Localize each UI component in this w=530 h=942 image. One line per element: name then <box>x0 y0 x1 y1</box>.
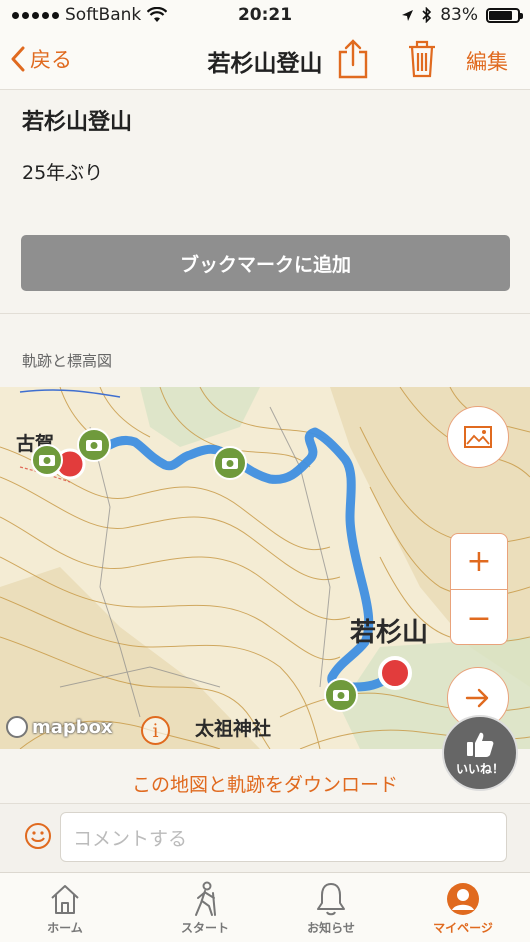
share-button[interactable] <box>335 38 371 84</box>
mapbox-attribution[interactable]: mapbox <box>6 716 113 738</box>
edit-button[interactable]: 編集 <box>466 46 508 76</box>
map-label-wakasugiyama: 若杉山 <box>350 618 429 648</box>
photo-marker[interactable] <box>323 677 359 713</box>
home-icon <box>51 885 79 914</box>
status-bar: SoftBank 20:21 83% <box>0 0 530 30</box>
user-icon <box>447 883 479 915</box>
thumbs-up-icon <box>467 732 494 757</box>
divider <box>0 313 530 314</box>
battery-icon <box>486 7 523 23</box>
location-arrow-icon <box>402 9 414 21</box>
post-body: 25年ぶり <box>22 162 104 184</box>
nav-bar: 戻る 若杉山登山 編集 <box>0 30 530 90</box>
section-label: 軌跡と標高図 <box>22 352 113 370</box>
comment-input[interactable]: コメントする <box>60 812 507 862</box>
tab-label: ホーム <box>47 921 83 935</box>
tab-start[interactable]: スタート <box>155 879 255 936</box>
map-label-taiso-shrine: 太祖神社 <box>195 718 272 740</box>
smiley-icon <box>25 823 51 849</box>
tab-label: マイページ <box>433 921 493 935</box>
end-point-marker[interactable] <box>377 655 413 691</box>
delete-button[interactable] <box>406 38 438 84</box>
tab-home[interactable]: ホーム <box>15 879 115 936</box>
walker-icon <box>195 881 216 916</box>
mapbox-logo-icon <box>6 716 28 738</box>
download-link[interactable]: この地図と軌跡をダウンロード <box>0 770 530 797</box>
zoom-in-button[interactable]: + <box>451 534 507 590</box>
battery-percent: 83% <box>440 5 478 25</box>
arrow-right-icon <box>465 688 489 708</box>
status-right: 83% <box>401 5 523 25</box>
zoom-control: + − <box>450 533 508 645</box>
tab-mypage[interactable]: マイページ <box>413 879 513 936</box>
photo-marker[interactable] <box>212 445 248 481</box>
post-title: 若杉山登山 <box>22 110 133 135</box>
image-icon <box>464 426 492 448</box>
tab-bar: ホーム スタート お知らせ マイページ <box>0 872 530 942</box>
share-icon <box>338 39 368 79</box>
map-layer-button[interactable] <box>447 406 509 468</box>
tab-label: お知らせ <box>307 921 355 935</box>
bluetooth-icon <box>422 7 432 23</box>
emoji-button[interactable] <box>24 822 52 854</box>
info-button[interactable]: i <box>141 716 170 745</box>
zoom-out-button[interactable]: − <box>451 590 507 644</box>
page-title: 若杉山登山 <box>207 51 323 77</box>
tab-notifications[interactable]: お知らせ <box>281 879 381 936</box>
photo-marker[interactable] <box>30 443 64 477</box>
bell-icon <box>317 883 345 916</box>
trash-icon <box>409 40 435 78</box>
mapbox-text: mapbox <box>32 716 113 738</box>
add-bookmark-button[interactable]: ブックマークに追加 <box>21 235 510 291</box>
tab-label: スタート <box>180 921 229 935</box>
photo-marker[interactable] <box>76 427 112 463</box>
